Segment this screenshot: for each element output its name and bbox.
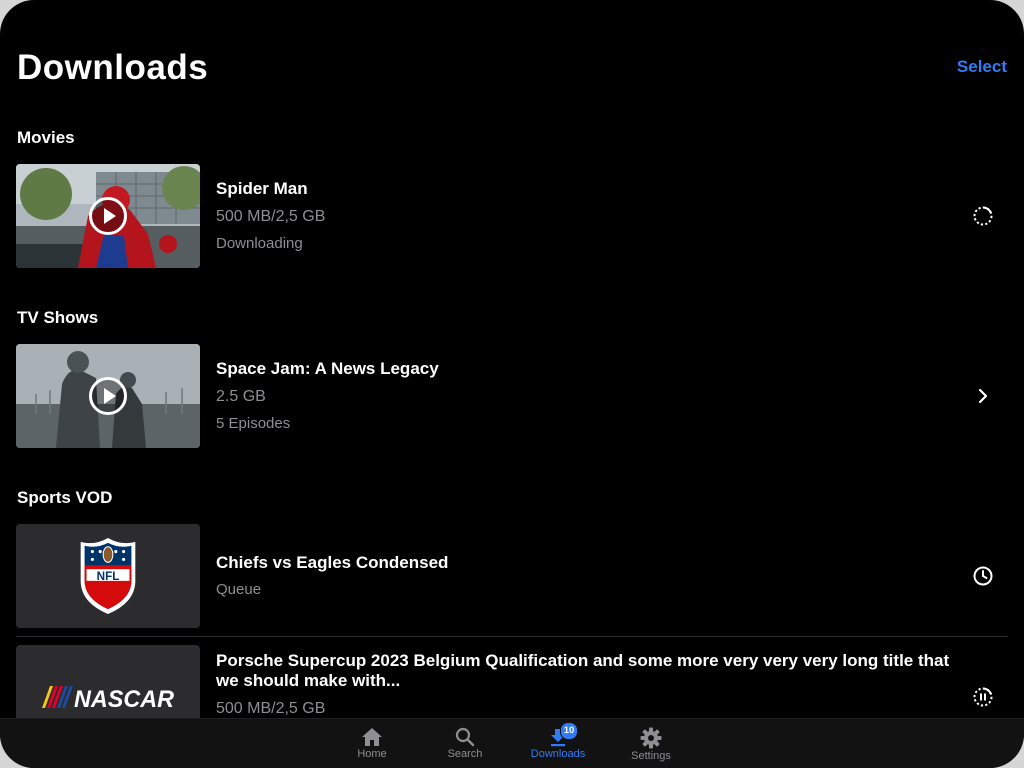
item-info: Space Jam: A News Legacy 2.5 GB 5 Episod… — [216, 359, 956, 434]
item-status: Queue — [216, 581, 262, 598]
thumbnail-space-jam[interactable] — [16, 344, 200, 448]
clock-icon[interactable] — [972, 565, 994, 587]
item-title: Space Jam: A News Legacy — [216, 359, 439, 378]
download-count-badge: 10 — [560, 722, 578, 740]
download-item-chiefs-eagles[interactable]: NFL Chiefs vs Eagles Condensed Queue — [16, 524, 1008, 628]
page-title: Downloads — [17, 48, 209, 87]
tab-home[interactable]: Home — [332, 719, 412, 768]
section-header-movies: Movies — [17, 128, 75, 147]
item-size: 2.5 GB — [216, 388, 266, 405]
thumbnail-spider-man[interactable] — [16, 164, 200, 268]
tab-bar: Home Search 10 Downloads Settings — [0, 718, 1024, 768]
item-title: Spider Man — [216, 179, 308, 198]
thumbnail-nfl[interactable]: NFL — [16, 524, 200, 628]
item-info: Chiefs vs Eagles Condensed Queue — [216, 553, 956, 600]
chevron-right-icon[interactable] — [972, 385, 994, 407]
app-window: Downloads Select Movies Spider Man 500 M… — [0, 0, 1024, 768]
tab-label: Search — [447, 748, 483, 760]
gear-icon — [640, 727, 662, 749]
item-info: Porsche Supercup 2023 Belgium Qualificat… — [216, 651, 956, 719]
item-title: Chiefs vs Eagles Condensed — [216, 553, 449, 572]
item-status: Downloading — [216, 235, 303, 252]
item-episodes: 5 Episodes — [216, 415, 291, 432]
item-title: Porsche Supercup 2023 Belgium Qualificat… — [216, 651, 950, 690]
select-button[interactable]: Select — [957, 57, 1007, 77]
svg-text:NASCAR: NASCAR — [74, 686, 175, 712]
progress-spinner-icon[interactable] — [972, 205, 994, 227]
play-icon[interactable] — [88, 196, 128, 236]
tab-settings[interactable]: Settings — [611, 719, 691, 768]
section-header-tv-shows: TV Shows — [17, 308, 99, 327]
search-icon — [455, 727, 475, 747]
tab-label: Home — [357, 748, 387, 760]
section-header-sports-vod: Sports VOD — [17, 488, 113, 507]
svg-text:NFL: NFL — [97, 570, 120, 583]
nfl-logo: NFL — [80, 537, 136, 615]
pause-progress-icon[interactable] — [972, 686, 994, 708]
download-item-space-jam[interactable]: Space Jam: A News Legacy 2.5 GB 5 Episod… — [16, 344, 1008, 448]
tab-search[interactable]: Search — [425, 719, 505, 768]
home-icon — [362, 728, 382, 746]
nascar-logo: NASCAR — [42, 686, 175, 712]
play-icon[interactable] — [88, 376, 128, 416]
tab-label: Settings — [631, 750, 671, 762]
download-item-spider-man[interactable]: Spider Man 500 MB/2,5 GB Downloading — [16, 164, 1008, 268]
item-info: Spider Man 500 MB/2,5 GB Downloading — [216, 179, 956, 254]
tab-downloads[interactable]: 10 Downloads — [518, 719, 598, 768]
tab-label: Downloads — [530, 748, 586, 760]
item-size: 500 MB/2,5 GB — [216, 208, 326, 225]
item-size: 500 MB/2,5 GB — [216, 700, 326, 717]
divider — [16, 636, 1008, 637]
